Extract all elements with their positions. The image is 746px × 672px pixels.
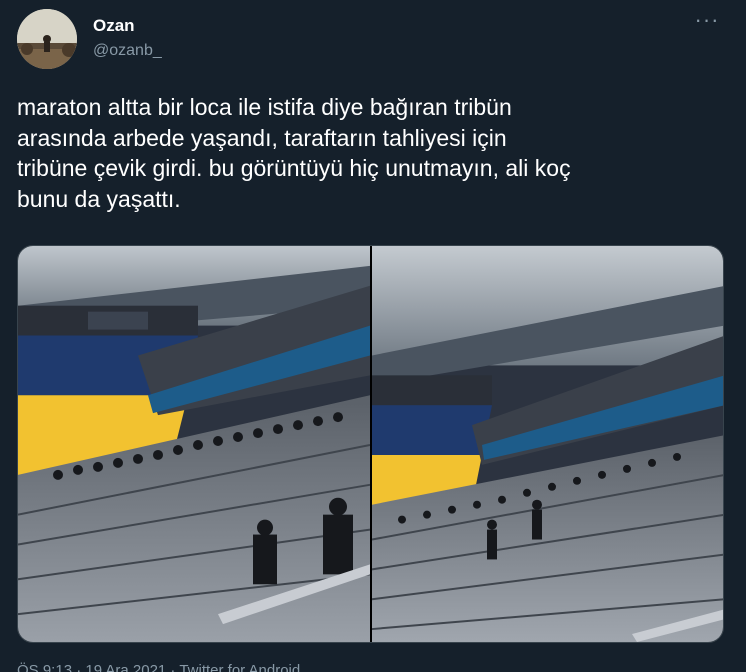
stadium-photo-left[interactable]: [18, 246, 370, 642]
user-handle[interactable]: @ozanb_: [93, 40, 162, 62]
stadium-photo-right[interactable]: [372, 246, 723, 642]
avatar[interactable]: [17, 9, 77, 69]
display-name[interactable]: Ozan: [93, 16, 162, 36]
tweet-text: maraton altta bir loca ile istifa diye b…: [17, 94, 571, 212]
avatar-image: [17, 9, 77, 69]
more-options-icon[interactable]: ···: [693, 9, 721, 39]
tweet-media[interactable]: [17, 245, 724, 643]
user-names: Ozan @ozanb_: [93, 16, 162, 62]
tweet-header: Ozan @ozanb_ ···: [17, 9, 729, 71]
tweet-timestamp[interactable]: ÖS 9:13 · 19 Ara 2021 · Twitter for Andr…: [17, 662, 300, 672]
stadium-photo-left-image: [18, 246, 370, 642]
stadium-photo-right-image: [372, 246, 723, 642]
